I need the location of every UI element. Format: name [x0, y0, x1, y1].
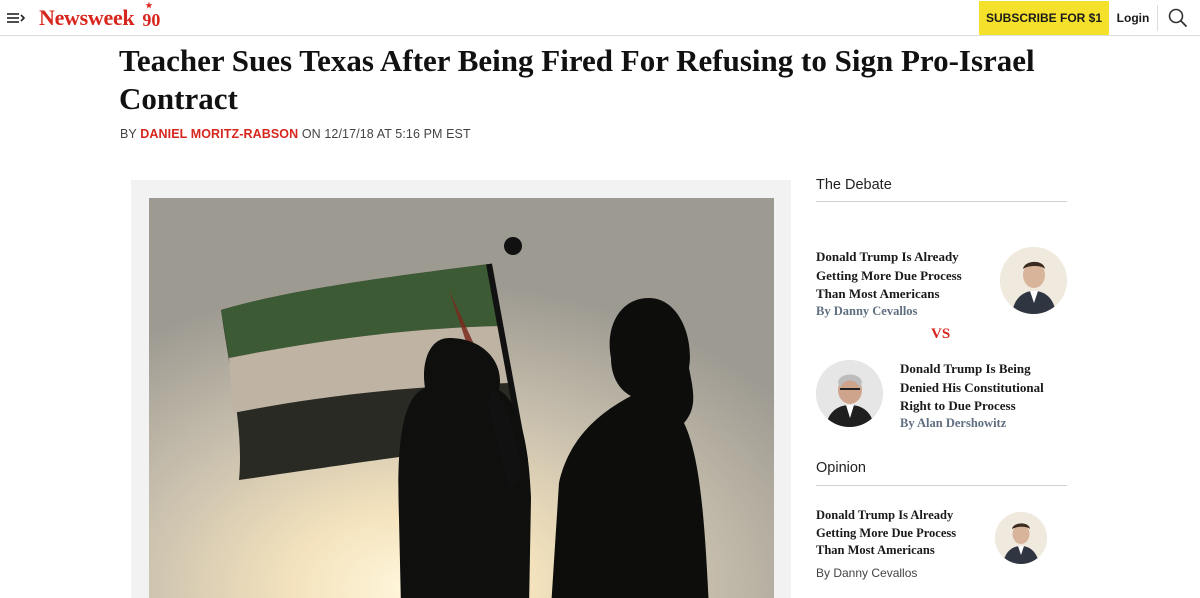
- avatar[interactable]: [1000, 247, 1067, 314]
- top-nav-bar: Newsweek ★ 90 SUBSCRIBE FOR $1 Login: [0, 0, 1200, 36]
- section-divider: [816, 201, 1067, 202]
- hero-photo-graphic: [149, 198, 774, 598]
- avatar[interactable]: [816, 360, 883, 427]
- debate-story-1-title[interactable]: Donald Trump Is Already Getting More Due…: [816, 248, 991, 304]
- debate-story-2-byline: By Alan Dershowitz: [900, 416, 1007, 430]
- byline-prefix: BY: [120, 127, 137, 141]
- author-link[interactable]: DANIEL MORITZ-RABSON: [140, 127, 298, 141]
- newsweek-logo[interactable]: Newsweek ★ 90: [39, 2, 160, 31]
- subscribe-button[interactable]: SUBSCRIBE FOR $1: [979, 1, 1109, 35]
- menu-icon[interactable]: [6, 9, 28, 27]
- article-headline: Teacher Sues Texas After Being Fired For…: [119, 43, 1035, 116]
- article-byline: BY DANIEL MORITZ-RABSON ON 12/17/18 AT 5…: [120, 127, 471, 141]
- section-divider: [816, 485, 1067, 486]
- debate-story-2-title[interactable]: Donald Trump Is Being Denied His Constit…: [900, 360, 1067, 416]
- opinion-story-byline: By Danny Cevallos: [816, 566, 918, 580]
- publish-date: ON 12/17/18 AT 5:16 PM EST: [301, 127, 471, 141]
- debate-vs-label: VS: [931, 326, 951, 342]
- avatar[interactable]: [995, 512, 1047, 564]
- logo-anniversary-badge: ★ 90: [142, 1, 161, 31]
- opinion-story-title[interactable]: Donald Trump Is Already Getting More Due…: [816, 507, 981, 560]
- section-title-debate: The Debate: [816, 177, 892, 193]
- login-button[interactable]: Login: [1109, 1, 1157, 35]
- nav-divider: [1157, 5, 1158, 31]
- debate-story-1-byline: By Danny Cevallos: [816, 304, 918, 318]
- section-title-opinion: Opinion: [816, 460, 866, 476]
- search-icon[interactable]: [1166, 7, 1190, 29]
- hero-image[interactable]: [149, 198, 774, 598]
- logo-wordmark: Newsweek: [39, 5, 135, 30]
